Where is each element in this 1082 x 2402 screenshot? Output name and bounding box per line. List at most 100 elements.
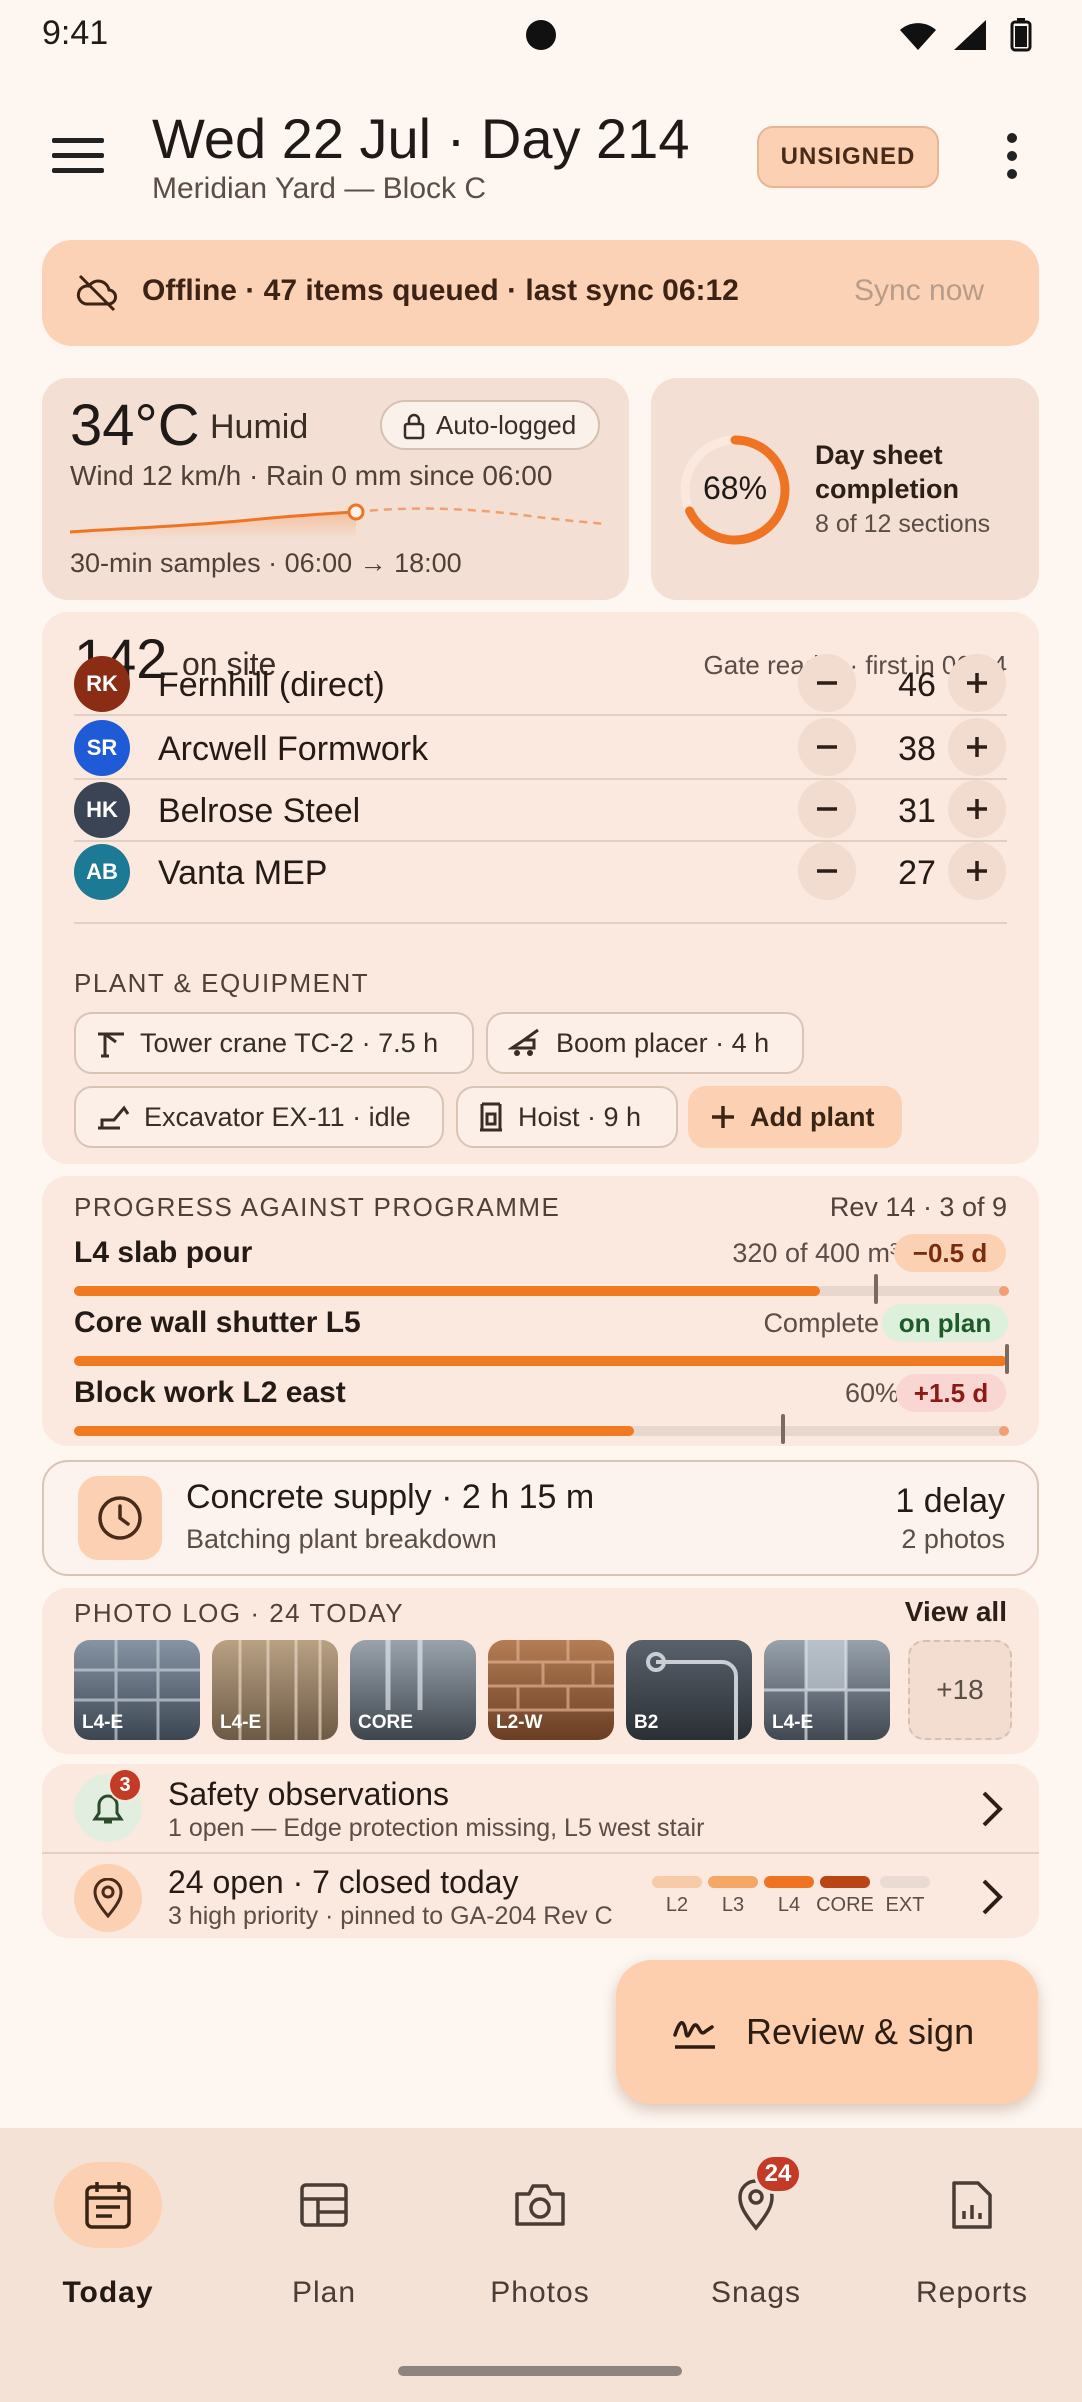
clock-icon xyxy=(78,1476,162,1560)
completion-card[interactable]: 68% Day sheet completion 8 of 12 section… xyxy=(651,378,1039,600)
weather-card[interactable]: 34°C Humid Auto-logged Wind 12 km/h · Ra… xyxy=(42,378,629,600)
plant-chip-label: Hoist · 9 h xyxy=(518,1101,642,1132)
task-meta: 320 of 400 m³ xyxy=(732,1238,899,1268)
photo-tag: L4-E xyxy=(220,1712,262,1733)
plant-heading: PLANT & EQUIPMENT xyxy=(74,968,370,998)
completion-sections: 8 of 12 sections xyxy=(815,510,991,538)
minus-icon xyxy=(817,807,837,811)
decrement-button[interactable] xyxy=(798,842,856,900)
safety-title[interactable]: Safety observations xyxy=(168,1776,449,1813)
task-meta: 60% xyxy=(844,1378,899,1408)
chevron-right-icon[interactable] xyxy=(981,1878,1003,1916)
samples-caption: 30-min samples · 06:00 → 18:00 xyxy=(70,548,462,578)
plant-chip-label: Tower crane TC-2 · 7.5 h xyxy=(140,1027,439,1058)
increment-button[interactable] xyxy=(948,780,1006,838)
grid-icon xyxy=(270,2162,378,2248)
photo-thumbnail[interactable]: L4-E xyxy=(212,1640,338,1740)
tower-crane-icon xyxy=(96,1028,126,1058)
decrement-button[interactable] xyxy=(798,718,856,776)
plant-chip-tower-crane[interactable]: Tower crane TC-2 · 7.5 h xyxy=(74,1012,474,1074)
level-label: EXT xyxy=(885,1894,925,1916)
avatar: SR xyxy=(74,720,130,776)
safety-subtitle: 1 open — Edge protection missing, L5 wes… xyxy=(168,1814,705,1842)
wind-rain: Wind 12 km/h · Rain 0 mm since 06:00 xyxy=(70,460,553,491)
planned-marker xyxy=(874,1274,879,1304)
add-plant-label: Add plant xyxy=(750,1101,875,1132)
battery-icon xyxy=(1010,18,1032,52)
chevron-right-icon[interactable] xyxy=(981,1790,1003,1828)
photo-thumbnail[interactable]: CORE xyxy=(350,1640,476,1740)
nav-label: Snags xyxy=(710,2276,802,2309)
plant-chip-hoist[interactable]: Hoist · 9 h xyxy=(456,1086,678,1148)
auto-logged-label: Auto-logged xyxy=(436,409,577,440)
planned-marker xyxy=(781,1414,786,1444)
delay-card[interactable]: Concrete supply · 2 h 15 m Batching plan… xyxy=(42,1460,1039,1576)
temperature-sparkline xyxy=(70,498,610,548)
plant-chip-label: Boom placer · 4 h xyxy=(556,1027,770,1058)
photo-log-heading: PHOTO LOG · 24 TODAY xyxy=(74,1598,405,1628)
delay-photos: 2 photos xyxy=(901,1524,1005,1554)
photo-thumbnail[interactable]: L4-E xyxy=(74,1640,200,1740)
crew-name: Belrose Steel xyxy=(158,792,361,830)
photo-thumbnail[interactable]: L4-E xyxy=(764,1640,890,1740)
progress-heading: PROGRESS AGAINST PROGRAMME xyxy=(74,1192,561,1222)
decrement-button[interactable] xyxy=(798,780,856,838)
menu-icon[interactable] xyxy=(52,136,104,176)
nav-today[interactable]: Today xyxy=(0,2162,216,2322)
review-sign-button[interactable]: Review & sign xyxy=(616,1960,1038,2104)
wifi-icon xyxy=(896,18,940,52)
nav-snags[interactable]: 24 Snags xyxy=(648,2154,864,2322)
boom-placer-icon xyxy=(508,1028,542,1058)
more-vert-icon[interactable] xyxy=(1004,132,1020,180)
home-indicator[interactable] xyxy=(398,2366,682,2376)
increment-button[interactable] xyxy=(948,654,1006,712)
crew-row: AB Vanta MEP 27 xyxy=(74,840,1007,924)
more-photos-tile[interactable]: +18 xyxy=(908,1640,1012,1740)
crew-count: 31 xyxy=(898,792,936,830)
lock-icon xyxy=(402,412,426,440)
add-plant-button[interactable]: Add plant xyxy=(688,1086,902,1148)
observations-list: 3 Safety observations 1 open — Edge prot… xyxy=(42,1764,1039,1938)
photo-tag: L2-W xyxy=(496,1712,543,1733)
plant-chip-label: Excavator EX-11 · idle xyxy=(144,1101,411,1132)
increment-button[interactable] xyxy=(948,842,1006,900)
decrement-button[interactable] xyxy=(798,654,856,712)
plant-chip-boom-placer[interactable]: Boom placer · 4 h xyxy=(486,1012,804,1074)
variance-pill: on plan xyxy=(882,1304,1008,1342)
snags-subtitle: 3 high priority · pinned to GA-204 Rev C xyxy=(168,1902,613,1930)
plant-chip-excavator[interactable]: Excavator EX-11 · idle xyxy=(74,1086,444,1148)
nav-plan[interactable]: Plan xyxy=(216,2162,432,2322)
photo-thumbnail[interactable]: B2 xyxy=(626,1640,752,1740)
delay-count: 1 delay xyxy=(895,1482,1005,1520)
task-meta: Complete xyxy=(763,1308,879,1338)
signature-icon xyxy=(672,2013,718,2051)
nav-label: Today xyxy=(62,2276,154,2309)
on-site-card: 142 on site Gate reader · first in 06:04… xyxy=(42,612,1039,1164)
plus-icon xyxy=(967,673,987,693)
nav-label: Plan xyxy=(291,2276,357,2309)
snags-badge: 24 xyxy=(754,2154,802,2194)
camera-cutout xyxy=(526,20,556,50)
nav-label: Photos xyxy=(490,2276,590,2309)
view-all-link[interactable]: View all xyxy=(905,1596,1007,1628)
task-name: L4 slab pour xyxy=(74,1236,253,1269)
crew-count: 27 xyxy=(898,854,936,892)
programme-revision: Rev 14 · 3 of 9 xyxy=(829,1192,1007,1222)
sync-now-button[interactable]: Sync now xyxy=(854,274,984,308)
variance-pill: −0.5 d xyxy=(894,1234,1006,1272)
crew-row: HK Belrose Steel 31 xyxy=(74,778,1007,842)
increment-button[interactable] xyxy=(948,718,1006,776)
nav-photos[interactable]: Photos xyxy=(432,2162,648,2322)
crew-name: Arcwell Formwork xyxy=(158,730,429,768)
completion-percent: 68% xyxy=(703,470,768,506)
avatar: HK xyxy=(74,782,130,838)
crew-name: Fernhill (direct) xyxy=(158,666,385,704)
snags-title[interactable]: 24 open · 7 closed today xyxy=(168,1864,518,1901)
offline-status: Offline · 47 items queued · last sync 06… xyxy=(142,274,739,307)
task-name: Core wall shutter L5 xyxy=(74,1306,361,1339)
photo-tag: L4-E xyxy=(772,1712,814,1733)
status-time: 9:41 xyxy=(42,14,109,52)
progress-card: PROGRESS AGAINST PROGRAMME Rev 14 · 3 of… xyxy=(42,1176,1039,1446)
photo-thumbnail[interactable]: L2-W xyxy=(488,1640,614,1740)
nav-reports[interactable]: Reports xyxy=(864,2162,1080,2322)
